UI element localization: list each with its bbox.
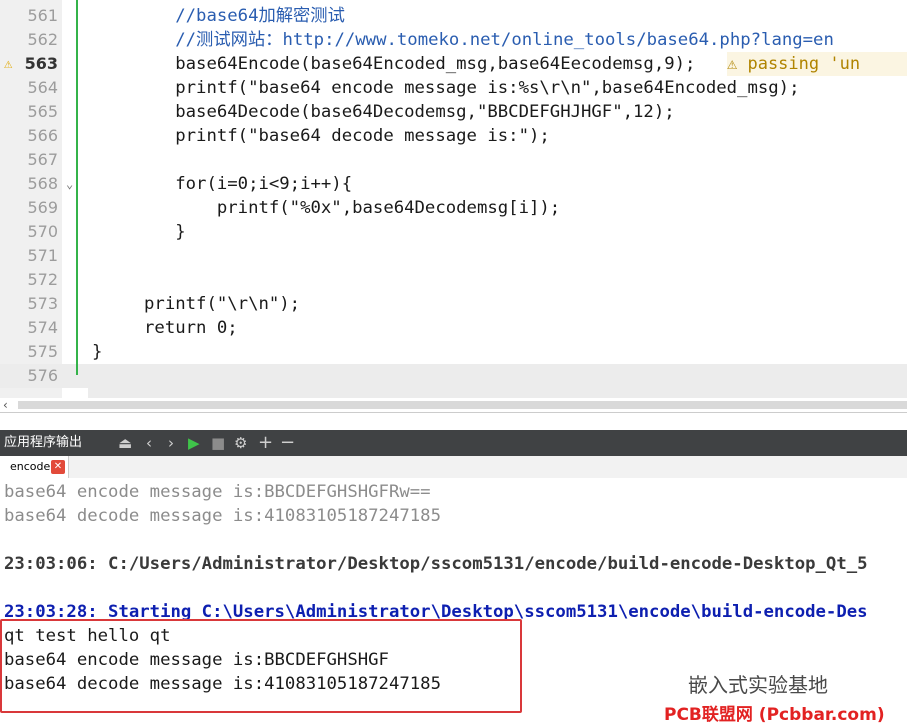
prev-icon[interactable]: ‹ [146, 430, 152, 456]
warning-icon[interactable]: ⚠ [4, 56, 12, 72]
line-number: 576 [27, 366, 58, 385]
code-text: } [92, 222, 186, 242]
code-line[interactable]: 567 [0, 148, 907, 172]
line-number: 574 [27, 318, 58, 337]
stop-icon[interactable]: ■ [211, 430, 225, 456]
line-number: 566 [27, 126, 58, 145]
code-text: printf("%0x",base64Decodemsg[i]); [92, 198, 561, 218]
code-line[interactable]: 564 printf("base64 encode message is:%s\… [0, 76, 907, 100]
line-number: 572 [27, 270, 58, 289]
code-line[interactable]: 574 return 0; [0, 316, 907, 340]
watermark-wechat: 嵌入式实验基地 [688, 673, 828, 697]
watermark-site: PCB联盟网 (Pcbbar.com) [664, 705, 885, 725]
line-number: 569 [27, 198, 58, 217]
fold-chevron-icon[interactable]: ⌄ [66, 172, 73, 196]
inline-warning[interactable]: ⚠ passing 'un [727, 52, 907, 76]
settings-icon[interactable]: ⚙ [234, 430, 247, 456]
attach-icon[interactable]: ⏏ [118, 430, 132, 456]
output-line: 23:03:06: C:/Users/Administrator/Desktop… [4, 554, 868, 574]
output-line: base64 decode message is:410831051872471… [4, 506, 441, 526]
code-text: printf("base64 encode message is:%s\r\n"… [92, 78, 800, 98]
code-text: } [92, 342, 103, 362]
output-panel-toolbar: 应用程序输出 ⏏ ‹ › ▶ ■ ⚙ + − [0, 430, 907, 456]
code-text: //base64加解密测试 [92, 6, 345, 26]
panel-title: 应用程序输出 [4, 435, 83, 450]
code-line[interactable]: 569 printf("%0x",base64Decodemsg[i]); [0, 196, 907, 220]
code-line[interactable]: 562 //测试网站：http://www.tomeko.net/online_… [0, 28, 907, 52]
change-marker-bar [76, 0, 78, 375]
line-number: 568 [27, 174, 58, 193]
highlight-box [0, 619, 522, 713]
code-line[interactable]: 572 [0, 268, 907, 292]
code-editor[interactable]: 561 //base64加解密测试 562 //测试网站：http://www.t… [0, 0, 907, 398]
next-icon[interactable]: › [168, 430, 174, 456]
line-number: 564 [27, 78, 58, 97]
zoom-in-icon[interactable]: + [258, 430, 273, 456]
line-number: 573 [27, 294, 58, 313]
close-icon[interactable]: ✕ [51, 460, 65, 474]
code-text: base64Decode(base64Decodemsg,"BBCDEFGHJH… [92, 102, 675, 122]
code-line[interactable]: 576 [0, 364, 907, 388]
line-number: 570 [27, 222, 58, 241]
horizontal-scrollbar[interactable]: ‹ [0, 398, 907, 412]
scrollbar-track[interactable] [18, 401, 907, 409]
code-text: printf("base64 decode message is:"); [92, 126, 550, 146]
code-line[interactable]: 565 base64Decode(base64Decodemsg,"BBCDEF… [0, 100, 907, 124]
output-tab-bar: encode ✕ [0, 456, 907, 478]
scroll-left-icon[interactable]: ‹ [3, 398, 8, 412]
panel-splitter[interactable] [0, 412, 907, 431]
code-text: base64Encode(base64Encoded_msg,base64Eec… [92, 54, 696, 74]
code-text: for(i=0;i<9;i++){ [92, 174, 353, 194]
code-text: printf("\r\n"); [92, 294, 301, 314]
line-number: 575 [27, 342, 58, 361]
tab-encode[interactable]: encode ✕ [0, 456, 69, 478]
code-line[interactable]: 568 ⌄ for(i=0;i<9;i++){ [0, 172, 907, 196]
code-line[interactable]: 561 //base64加解密测试 [0, 4, 907, 28]
code-text: //测试网站：http://www.tomeko.net/online_tool… [92, 30, 834, 50]
tab-label: encode [10, 460, 51, 473]
line-number: 562 [27, 30, 58, 49]
code-line[interactable]: 570 } [0, 220, 907, 244]
line-number: 571 [27, 246, 58, 265]
run-icon[interactable]: ▶ [188, 430, 200, 456]
line-number: 561 [27, 6, 58, 25]
code-line[interactable]: 573 printf("\r\n"); [0, 292, 907, 316]
code-line[interactable]: 575} [0, 340, 907, 364]
output-line: base64 encode message is:BBCDEFGHSHGFRw=… [4, 482, 431, 502]
zoom-out-icon[interactable]: − [280, 430, 295, 456]
code-line[interactable]: 563 ⚠ base64Encode(base64Encoded_msg,base… [0, 52, 907, 76]
code-line[interactable]: 566 printf("base64 decode message is:"); [0, 124, 907, 148]
line-number: 565 [27, 102, 58, 121]
line-number: 567 [27, 150, 58, 169]
code-text: return 0; [92, 318, 238, 338]
code-line[interactable]: 571 [0, 244, 907, 268]
